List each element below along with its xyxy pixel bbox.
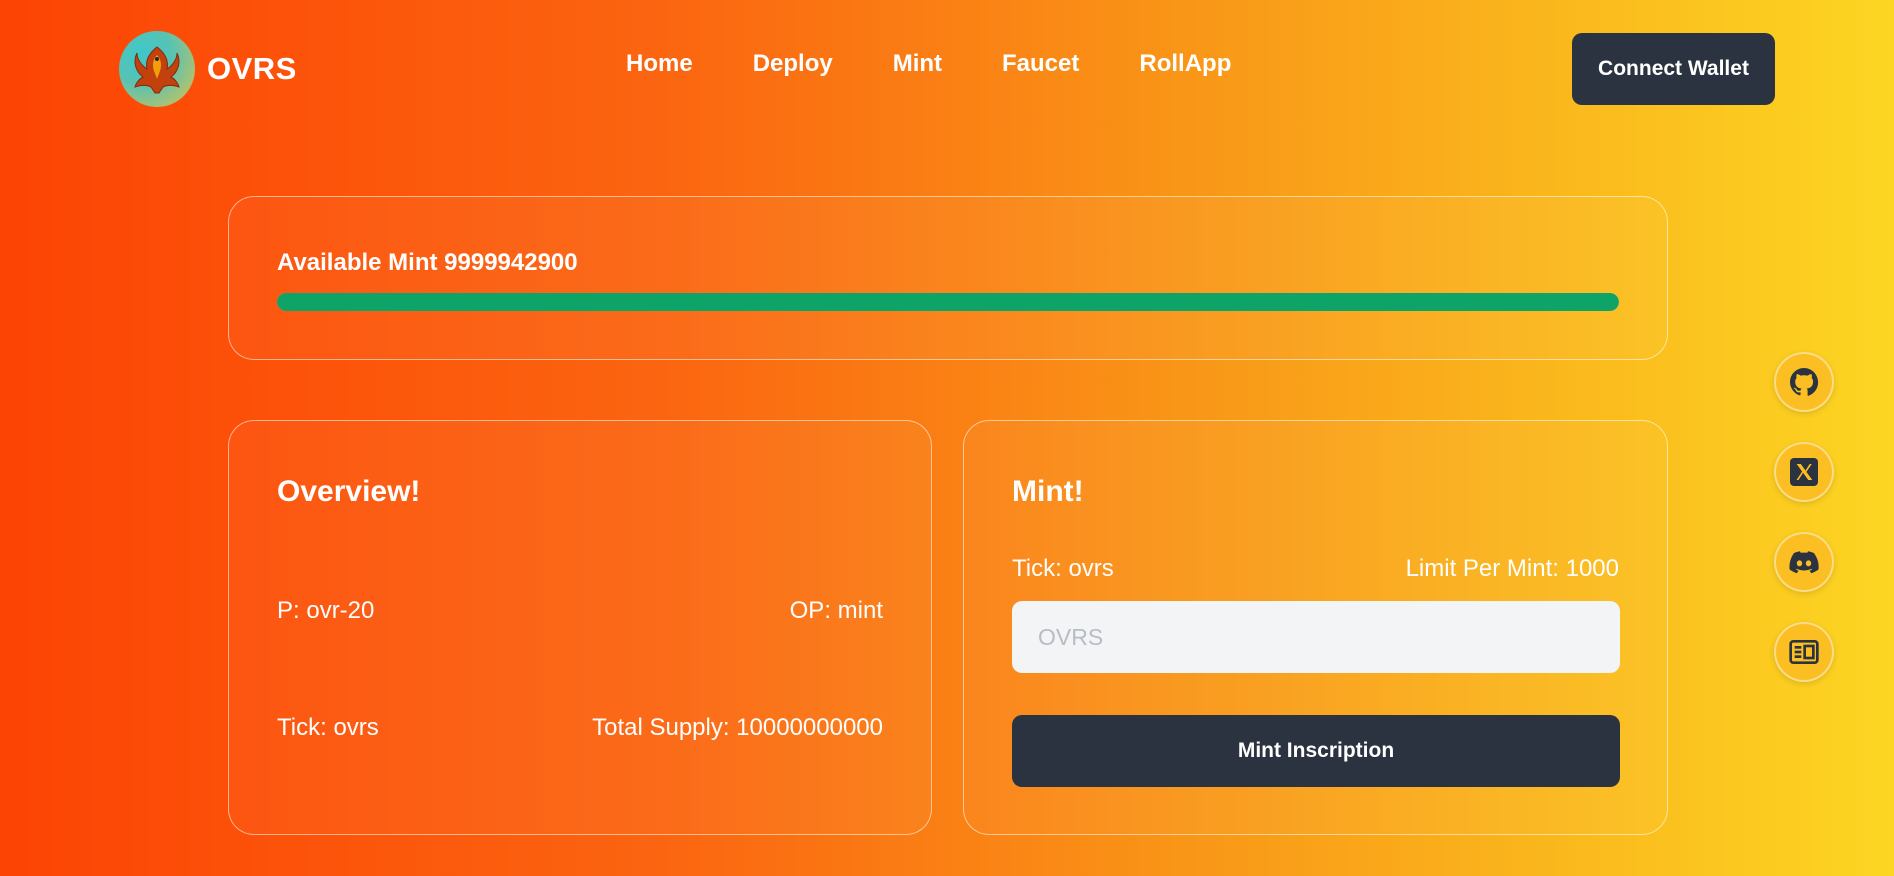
main-nav: Home Deploy Mint Faucet RollApp <box>626 50 1291 78</box>
mint-info-row: Tick: ovrs Limit Per Mint: 1000 <box>1012 555 1619 583</box>
mint-progress-fill <box>277 293 1619 311</box>
overview-row-protocol: P: ovr-20 OP: mint <box>277 597 883 625</box>
x-twitter-link[interactable] <box>1774 442 1834 502</box>
brand-logo-link[interactable]: OVRS <box>119 31 297 107</box>
nav-faucet[interactable]: Faucet <box>1002 50 1079 78</box>
header: OVRS Home Deploy Mint Faucet RollApp Con… <box>0 0 1894 138</box>
docs-link[interactable] <box>1774 622 1834 682</box>
limit-per-mint-value: Limit Per Mint: 1000 <box>1405 555 1619 582</box>
protocol-value: P: ovr-20 <box>277 597 375 624</box>
mint-inscription-button[interactable]: Mint Inscription <box>1012 715 1620 787</box>
nav-deploy[interactable]: Deploy <box>753 50 833 78</box>
total-supply-value: Total Supply: 10000000000 <box>592 714 883 741</box>
connect-wallet-button[interactable]: Connect Wallet <box>1572 33 1775 105</box>
mint-tick-value: Tick: ovrs <box>1012 555 1114 582</box>
overview-card: Overview! P: ovr-20 OP: mint Tick: ovrs … <box>228 420 932 835</box>
nav-home[interactable]: Home <box>626 50 693 78</box>
available-mint-card: Available Mint 9999942900 <box>228 196 1668 360</box>
overview-title: Overview! <box>277 475 421 508</box>
mint-card: Mint! Tick: ovrs Limit Per Mint: 1000 Mi… <box>963 420 1668 835</box>
github-link[interactable] <box>1774 352 1834 412</box>
mint-progress-bar <box>277 293 1619 311</box>
github-icon <box>1790 368 1819 396</box>
mint-amount-input[interactable] <box>1012 601 1620 673</box>
discord-link[interactable] <box>1774 532 1834 592</box>
x-icon <box>1790 458 1818 486</box>
mint-title: Mint! <box>1012 475 1084 508</box>
nav-mint[interactable]: Mint <box>893 50 942 78</box>
phoenix-logo-icon <box>119 31 195 107</box>
overview-row-tick: Tick: ovrs Total Supply: 10000000000 <box>277 714 883 742</box>
tick-value: Tick: ovrs <box>277 714 379 741</box>
docs-icon <box>1789 640 1819 664</box>
available-mint-label: Available Mint 9999942900 <box>277 249 578 276</box>
operation-value: OP: mint <box>789 597 883 624</box>
brand-name: OVRS <box>207 51 297 86</box>
discord-icon <box>1789 551 1819 574</box>
nav-rollapp[interactable]: RollApp <box>1139 50 1231 78</box>
